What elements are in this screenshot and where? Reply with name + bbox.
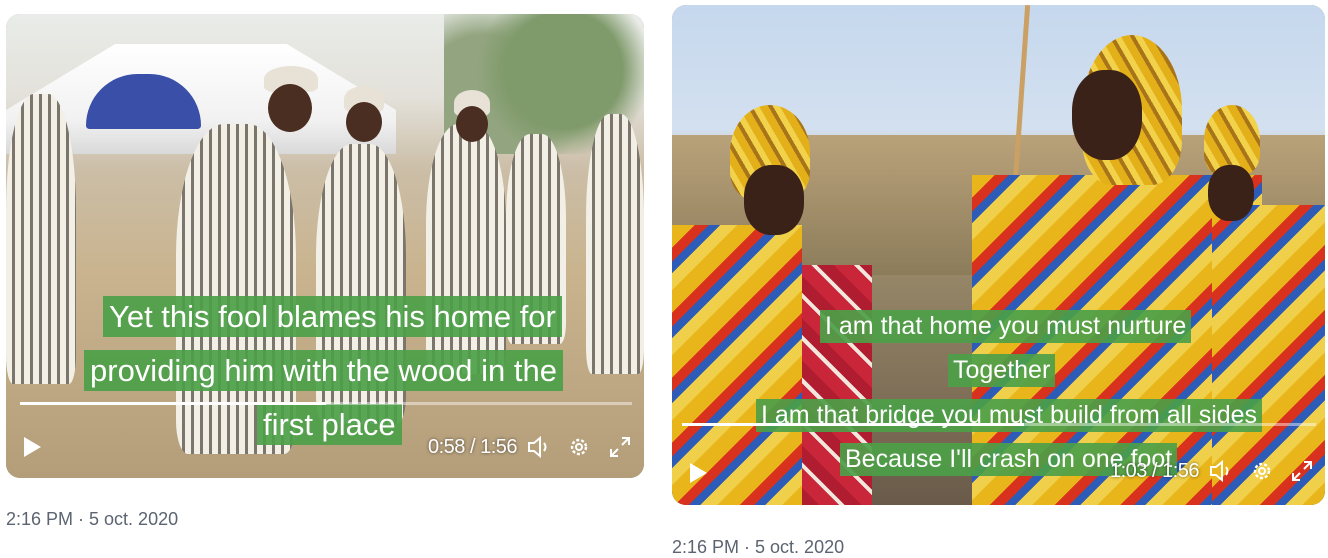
video-player-left[interactable]: Yet this fool blames his home for provid… (6, 14, 644, 478)
fullscreen-icon[interactable] (1290, 459, 1314, 483)
fullscreen-icon[interactable] (608, 435, 632, 459)
time-readout: 1:03 / 1:56 (1110, 460, 1200, 483)
volume-icon[interactable] (1208, 458, 1234, 484)
time-separator: / (470, 436, 476, 458)
time-separator: / (1152, 460, 1158, 482)
caption-line: Yet this fool blames his home for (103, 296, 562, 337)
caption-line: first place (257, 404, 402, 445)
progress-fill (20, 402, 326, 405)
progress-fill (682, 423, 1025, 426)
volume-icon[interactable] (526, 434, 552, 460)
video-player-right[interactable]: I am that home you must nurture Together… (672, 5, 1325, 505)
tweet-timestamp[interactable]: 2:16 PM · 5 oct. 2020 (672, 537, 844, 558)
time-current: 1:03 (1110, 460, 1147, 482)
play-icon[interactable] (686, 460, 710, 486)
time-readout: 0:58 / 1:56 (428, 436, 518, 459)
time-total: 1:56 (1162, 460, 1200, 482)
caption-line: I am that bridge you must build from all… (756, 399, 1263, 432)
progress-bar[interactable] (682, 423, 1316, 426)
time-total: 1:56 (480, 436, 518, 458)
caption-line: I am that home you must nurture (820, 310, 1192, 343)
gear-icon[interactable] (1250, 459, 1274, 483)
play-icon[interactable] (20, 434, 44, 460)
caption-line: Together (948, 354, 1056, 387)
caption-line: providing him with the wood in the (84, 350, 563, 391)
time-current: 0:58 (428, 436, 465, 458)
gear-icon[interactable] (567, 435, 591, 459)
tweet-timestamp[interactable]: 2:16 PM · 5 oct. 2020 (6, 509, 178, 530)
progress-bar[interactable] (20, 402, 632, 405)
